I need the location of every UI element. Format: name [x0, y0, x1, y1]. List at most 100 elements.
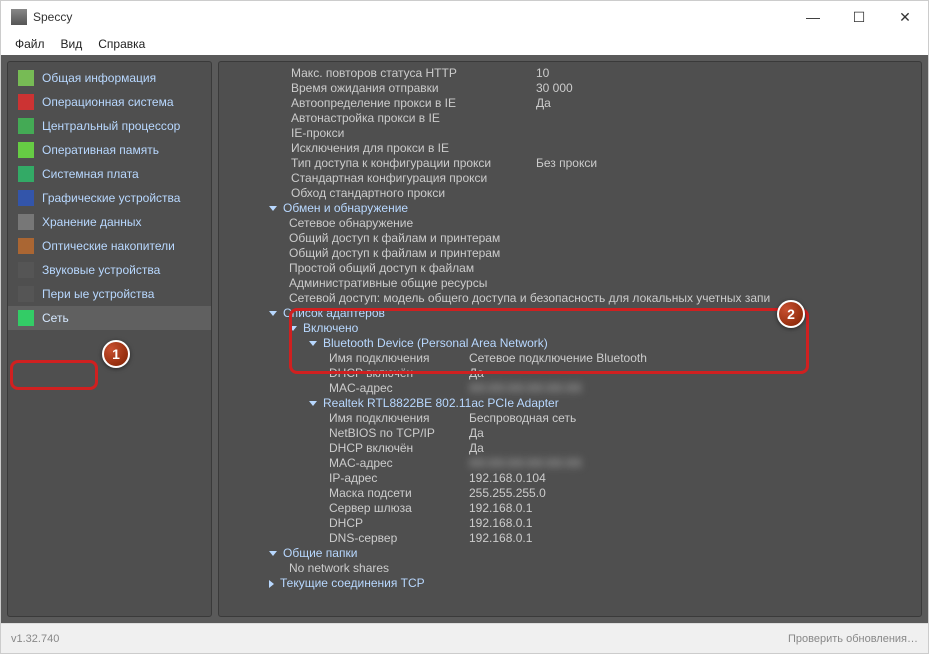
- row-key: Общий доступ к файлам и принтерам: [289, 246, 534, 261]
- caret-down-icon: [289, 326, 297, 331]
- data-row: Исключения для прокси в IE: [223, 141, 921, 156]
- data-row: DHCP включёнДа: [223, 441, 921, 456]
- row-key: Автоопределение прокси в IE: [291, 96, 536, 111]
- sidebar-item-cpu[interactable]: Центральный процессор: [8, 114, 211, 138]
- heading-label: Общие папки: [283, 546, 357, 561]
- heading-label: Список адаптеров: [283, 306, 385, 321]
- data-row: Время ожидания отправки30 000: [223, 81, 921, 96]
- row-value: Да: [469, 366, 484, 381]
- menu-view[interactable]: Вид: [55, 35, 89, 53]
- sidebar-item-audio[interactable]: Звуковые устройства: [8, 258, 211, 282]
- sidebar-item-label: Графические устройства: [42, 191, 180, 205]
- heading-exchange[interactable]: Обмен и обнаружение: [223, 201, 921, 216]
- maximize-button[interactable]: ☐: [836, 1, 882, 33]
- data-row: Обход стандартного прокси: [223, 186, 921, 201]
- row-value: XX:XX:XX:XX:XX:XX: [469, 381, 582, 396]
- row-value: Сетевое подключение Bluetooth: [469, 351, 647, 366]
- content-scroll[interactable]: Макс. повторов статуса HTTP10Время ожида…: [219, 62, 921, 616]
- row-key: DHCP включён: [329, 441, 469, 456]
- data-row: DNS-сервер192.168.0.1: [223, 531, 921, 546]
- row-key: Маска подсети: [329, 486, 469, 501]
- row-key: Сетевое обнаружение: [289, 216, 534, 231]
- heading-shared[interactable]: Общие папки: [223, 546, 921, 561]
- row-key: Тип доступа к конфигурации прокси: [291, 156, 536, 171]
- motherboard-icon: [18, 166, 34, 182]
- heading-tcp[interactable]: Текущие соединения TCP: [223, 576, 921, 591]
- sidebar-item-storage[interactable]: Хранение данных: [8, 210, 211, 234]
- row-key: Время ожидания отправки: [291, 81, 536, 96]
- ram-icon: [18, 142, 34, 158]
- data-row: Административные общие ресурсы: [223, 276, 921, 291]
- heading-enabled[interactable]: Включено: [223, 321, 921, 336]
- data-row: MAC-адресXX:XX:XX:XX:XX:XX: [223, 381, 921, 396]
- app-window: Speccy — ☐ ✕ Файл Вид Справка Общая инфо…: [0, 0, 929, 654]
- row-value: 192.168.0.104: [469, 471, 546, 486]
- highlight-network: [10, 360, 98, 390]
- menu-file[interactable]: Файл: [9, 35, 51, 53]
- app-title: Speccy: [33, 10, 72, 24]
- row-key: MAC-адрес: [329, 381, 469, 396]
- sidebar-item-ram[interactable]: Оперативная память: [8, 138, 211, 162]
- data-row: Автонастройка прокси в IE: [223, 111, 921, 126]
- close-button[interactable]: ✕: [882, 1, 928, 33]
- row-value: Да: [469, 441, 484, 456]
- row-key: Сервер шлюза: [329, 501, 469, 516]
- data-row: Общий доступ к файлам и принтерам: [223, 246, 921, 261]
- data-row: Стандартная конфигурация прокси: [223, 171, 921, 186]
- heading-adapters[interactable]: Список адаптеров: [223, 306, 921, 321]
- sidebar-item-summary[interactable]: Общая информация: [8, 66, 211, 90]
- sidebar-item-label: Пери ые устройства: [42, 287, 154, 301]
- heading-wifi-adapter[interactable]: Realtek RTL8822BE 802.11ac PCIe Adapter: [223, 396, 921, 411]
- row-key: NetBIOS по TCP/IP: [329, 426, 469, 441]
- peripherals-icon: [18, 286, 34, 302]
- network-icon: [18, 310, 34, 326]
- row-key: DHCP включён: [329, 366, 469, 381]
- sidebar-item-os[interactable]: Операционная система: [8, 90, 211, 114]
- sidebar-item-motherboard[interactable]: Системная плата: [8, 162, 211, 186]
- data-row: IE-прокси: [223, 126, 921, 141]
- sidebar: Общая информация Операционная система Це…: [7, 61, 212, 617]
- data-row: DHCP192.168.0.1: [223, 516, 921, 531]
- data-row: Общий доступ к файлам и принтерам: [223, 231, 921, 246]
- row-key: DHCP: [329, 516, 469, 531]
- row-value: XX:XX:XX:XX:XX:XX: [469, 456, 582, 471]
- sidebar-item-label: Центральный процессор: [42, 119, 180, 133]
- data-row: IP-адрес192.168.0.104: [223, 471, 921, 486]
- sidebar-item-network[interactable]: Сеть: [8, 306, 211, 330]
- callout-label: 1: [112, 346, 120, 362]
- os-icon: [18, 94, 34, 110]
- sidebar-item-label: Оптические накопители: [42, 239, 175, 253]
- row-key: DNS-сервер: [329, 531, 469, 546]
- menu-help[interactable]: Справка: [92, 35, 151, 53]
- data-row: Автоопределение прокси в IEДа: [223, 96, 921, 111]
- sidebar-item-label: Сеть: [42, 311, 69, 325]
- row-key: Простой общий доступ к файлам: [289, 261, 534, 276]
- no-shares-text: No network shares: [289, 561, 389, 576]
- callout-label: 2: [787, 306, 795, 322]
- version-label: v1.32.740: [11, 633, 59, 645]
- row-key: IE-прокси: [291, 126, 536, 141]
- row-value: 192.168.0.1: [469, 531, 532, 546]
- sidebar-item-optical[interactable]: Оптические накопители: [8, 234, 211, 258]
- heading-bluetooth-adapter[interactable]: Bluetooth Device (Personal Area Network): [223, 336, 921, 351]
- check-updates-link[interactable]: Проверить обновления…: [788, 633, 918, 645]
- row-key: Имя подключения: [329, 351, 469, 366]
- row-key: Стандартная конфигурация прокси: [291, 171, 536, 186]
- caret-right-icon: [269, 580, 274, 588]
- data-row: Сетевое обнаружение: [223, 216, 921, 231]
- storage-icon: [18, 214, 34, 230]
- callout-2: 2: [777, 300, 805, 328]
- row-key: Обход стандартного прокси: [291, 186, 536, 201]
- data-row: MAC-адресXX:XX:XX:XX:XX:XX: [223, 456, 921, 471]
- row-key: MAC-адрес: [329, 456, 469, 471]
- sidebar-item-graphics[interactable]: Графические устройства: [8, 186, 211, 210]
- data-row: Сервер шлюза192.168.0.1: [223, 501, 921, 516]
- row-key: IP-адрес: [329, 471, 469, 486]
- sidebar-item-label: Общая информация: [42, 71, 156, 85]
- data-row: Тип доступа к конфигурации проксиБез про…: [223, 156, 921, 171]
- data-row: DHCP включёнДа: [223, 366, 921, 381]
- data-row: Простой общий доступ к файлам: [223, 261, 921, 276]
- sidebar-item-peripherals[interactable]: Пери ые устройства: [8, 282, 211, 306]
- minimize-button[interactable]: —: [790, 1, 836, 33]
- callout-1: 1: [102, 340, 130, 368]
